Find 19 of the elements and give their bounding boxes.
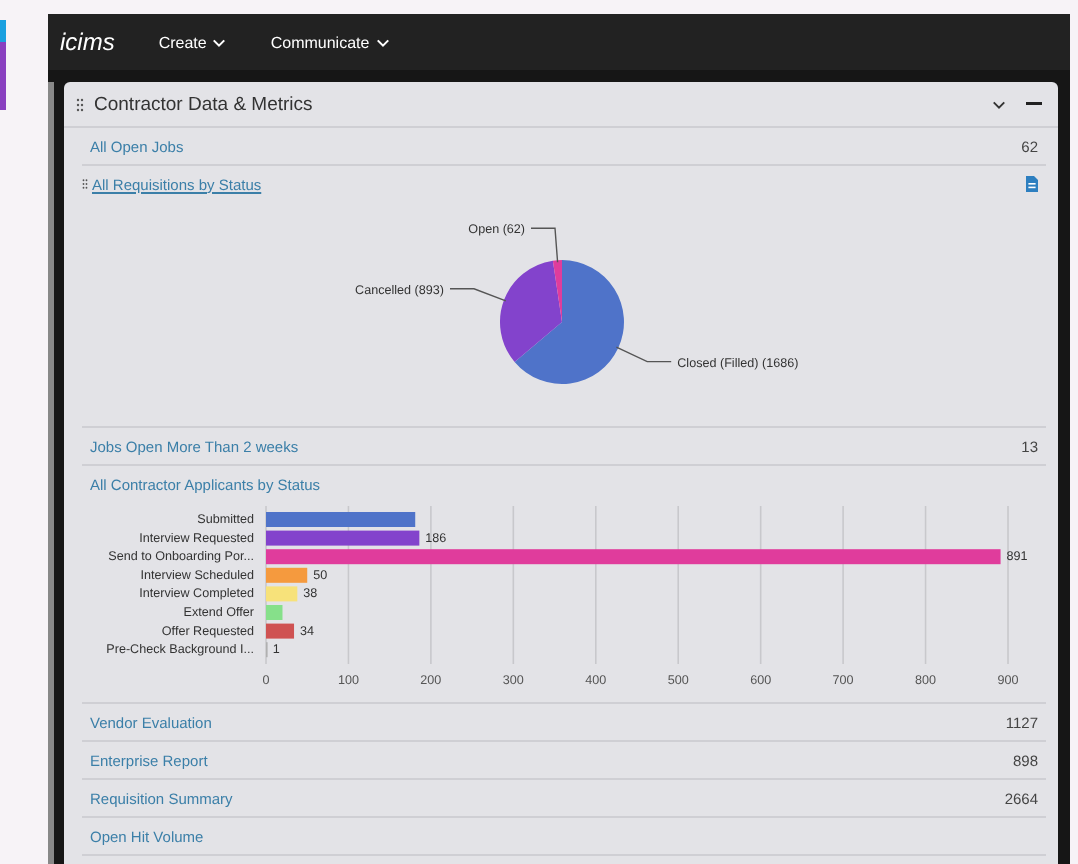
chevron-down-icon[interactable]	[992, 99, 1006, 109]
minimize-icon[interactable]	[1026, 102, 1042, 106]
leader-line	[615, 346, 672, 363]
partial-graphic	[0, 20, 6, 110]
logo[interactable]: icims	[60, 28, 115, 56]
bar[interactable]	[266, 530, 420, 546]
leader-line	[530, 227, 559, 263]
nav-menu[interactable]: Create	[150, 33, 235, 51]
bar[interactable]	[266, 549, 1001, 565]
drag-handle-icon[interactable]	[76, 97, 84, 111]
chevron-down-icon	[375, 37, 390, 47]
leader-line	[449, 288, 507, 302]
chevron-down-icon	[212, 37, 227, 47]
bar[interactable]	[266, 623, 295, 639]
panel-title: Contractor Data & Metrics	[94, 93, 315, 115]
pie-slice[interactable]	[514, 260, 624, 384]
pie-slice[interactable]	[500, 260, 562, 362]
document-icon[interactable]	[1026, 176, 1038, 192]
nav-menu[interactable]: Communicate	[262, 33, 398, 51]
